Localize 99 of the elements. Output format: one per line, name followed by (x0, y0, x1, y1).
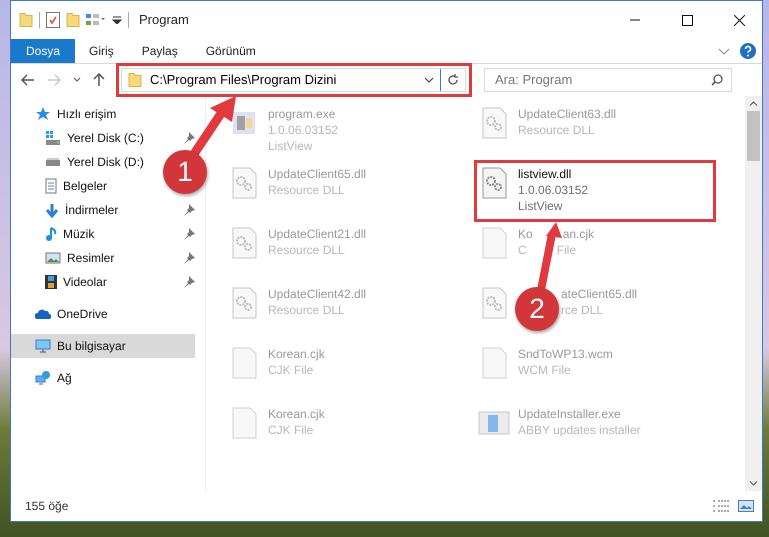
drive-win-icon (45, 131, 61, 145)
maximize-icon (682, 14, 692, 26)
scroll-up-icon[interactable] (749, 101, 758, 106)
pictures-icon (45, 252, 61, 264)
sidebar-item[interactable]: Hızlı erişim (11, 102, 120, 126)
dll-file-icon (232, 287, 256, 319)
file-name: listview.dll (518, 166, 572, 182)
exe-file-icon (232, 111, 256, 135)
file-file-icon (232, 407, 256, 439)
window-title: Program (139, 11, 189, 30)
sidebar-item[interactable]: Videolar (11, 270, 111, 294)
address-field[interactable]: C:\Program Files\Program Dizini (148, 69, 424, 91)
file-detail: CJK File (268, 422, 314, 438)
sidebar-item[interactable]: Bu bilgisayar (11, 334, 195, 358)
file-name: Korean.cjk (268, 346, 325, 362)
dll-file-icon (482, 287, 506, 319)
sidebar-item[interactable]: Belgeler (11, 174, 112, 198)
dll-file-icon (232, 227, 256, 259)
folder-icon (128, 73, 142, 87)
sidebar-item[interactable]: Yerel Disk (C:) (11, 126, 148, 150)
address-bar[interactable]: C:\Program Files\Program Dizini (121, 68, 466, 92)
sidebar-item[interactable]: OneDrive (11, 302, 112, 326)
file-detail: 1.0.06.03152 (268, 122, 338, 138)
pin-icon[interactable] (183, 228, 195, 240)
file-detail: WCM File (518, 362, 571, 378)
sidebar-item[interactable]: İndirmeler (11, 198, 122, 222)
star-icon (35, 106, 51, 122)
sidebar-item[interactable]: Yerel Disk (D:) (11, 150, 148, 174)
file-name: SndToWP13.wcm (518, 346, 613, 362)
sidebar-item[interactable]: Ağ (11, 366, 76, 390)
docs-icon (45, 178, 57, 194)
sidebar-item[interactable]: Müzik (11, 222, 98, 246)
ribbon-tab[interactable]: Dosya (11, 39, 76, 63)
network-icon (35, 371, 51, 385)
file-name: UpdateInstaller.exe (518, 406, 621, 422)
file-detail: File (556, 242, 576, 258)
forward-arrow-icon (47, 74, 61, 86)
dll-file-icon (482, 107, 506, 139)
refresh-icon[interactable] (447, 74, 459, 86)
ribbon-tab[interactable]: Giriş (75, 39, 128, 63)
drive-icon (45, 158, 61, 166)
file-file-icon (482, 347, 506, 379)
file-file-icon (232, 347, 256, 379)
pin-icon[interactable] (183, 204, 195, 216)
file-name: ateClient65.dll (561, 286, 638, 302)
sidebar-item[interactable]: Resimler (11, 246, 118, 270)
file-detail: CJK File (268, 362, 314, 378)
file-detail: 1.0.06.03152 (518, 182, 588, 198)
scrollbar[interactable] (745, 96, 762, 491)
pc-icon (35, 339, 51, 353)
file-name: UpdateClient42.dll (268, 286, 366, 302)
file-name: UpdateClient63.dll (518, 106, 616, 122)
item-count: 155 öğe (25, 498, 70, 515)
minimize-icon (630, 19, 640, 21)
file-detail: Resource DLL (268, 302, 345, 318)
file-name: UpdateClient21.dll (268, 226, 366, 242)
search-icon[interactable] (711, 74, 723, 86)
file-file-icon (482, 227, 506, 259)
download-icon (45, 202, 59, 218)
search-field[interactable]: Ara: Program (493, 69, 711, 91)
help-icon[interactable] (740, 43, 756, 59)
installer-file-icon (478, 411, 510, 435)
file-detail: Resource DLL (268, 182, 345, 198)
close-icon (734, 14, 744, 26)
pin-icon[interactable] (183, 276, 195, 288)
videos-icon (45, 275, 57, 289)
scroll-down-icon[interactable] (749, 481, 758, 486)
properties-icon[interactable] (46, 12, 60, 28)
search-box[interactable]: Ara: Program (484, 68, 732, 92)
large-icons-view-icon[interactable] (738, 500, 754, 512)
file-detail: ListView (518, 198, 562, 214)
dll-file-icon (482, 167, 506, 199)
up-arrow-icon (93, 73, 105, 87)
music-icon (45, 226, 57, 242)
ribbon-tab[interactable]: Paylaş (128, 39, 192, 63)
cloud-icon (35, 309, 51, 319)
caret-icon[interactable] (112, 16, 122, 24)
file-name: an.cjk (562, 226, 594, 242)
file-name: Ko (518, 226, 533, 242)
file-detail: ListView (268, 138, 312, 154)
pin-icon[interactable] (183, 132, 195, 144)
file-detail: ABBY updates installer (518, 422, 641, 438)
scrollbar-thumb[interactable] (747, 111, 760, 161)
view-icon[interactable] (86, 14, 106, 26)
pin-icon[interactable] (183, 252, 195, 264)
back-arrow-icon (21, 74, 35, 86)
details-view-icon[interactable] (712, 500, 730, 512)
file-detail: rce DLL (561, 302, 604, 318)
file-detail: Resource DLL (518, 122, 595, 138)
chevron-icon (73, 77, 81, 83)
file-name: Korean.cjk (268, 406, 325, 422)
file-detail: Resource DLL (268, 242, 345, 258)
ribbon-tab[interactable]: Görünüm (192, 39, 270, 63)
file-detail: C (518, 242, 527, 258)
expand-ribbon-icon[interactable] (718, 48, 730, 54)
dll-file-icon (232, 167, 256, 199)
file-name: UpdateClient65.dll (268, 166, 366, 182)
chevron-icon[interactable] (424, 77, 434, 83)
file-name: program.exe (268, 106, 336, 122)
